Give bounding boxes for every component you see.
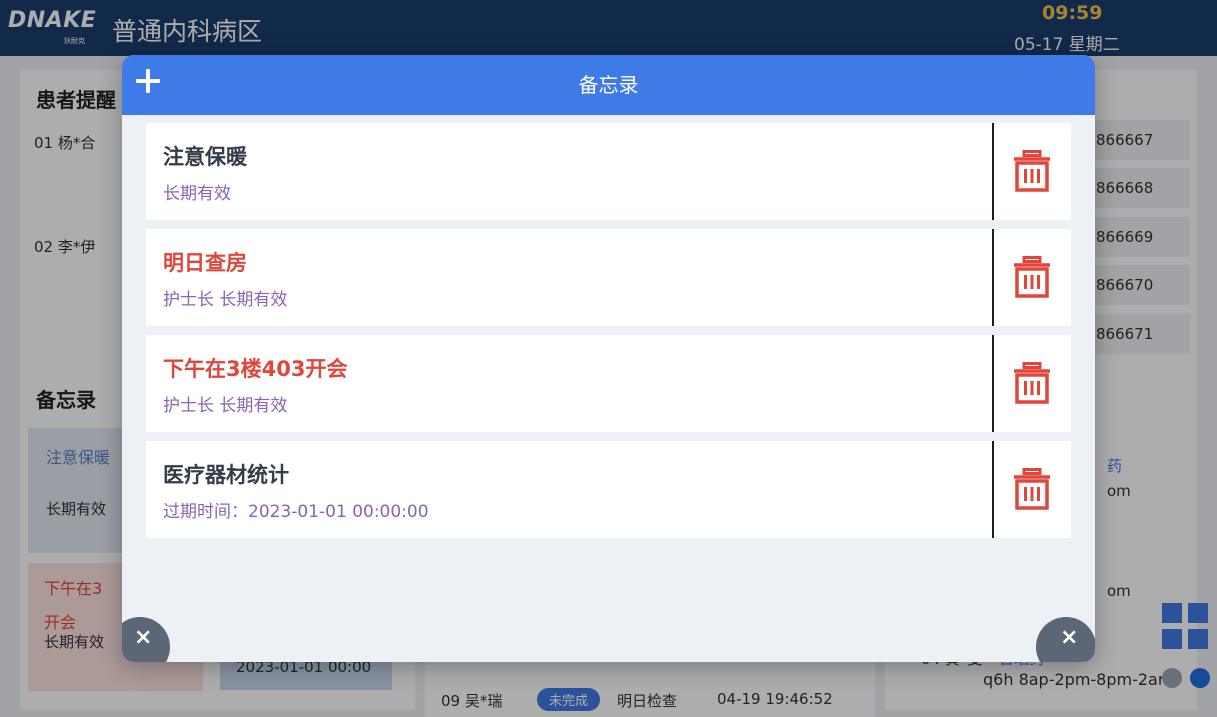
memo-dialog: 备忘录 注意保暖 长期有效 明日查房 护士长 长期有效 下午在3楼403开会 护… xyxy=(122,55,1095,662)
close-icon: × xyxy=(134,625,153,650)
memo-item[interactable]: 下午在3楼403开会 护士长 长期有效 xyxy=(146,335,1071,432)
trash-icon xyxy=(1014,256,1050,298)
delete-memo-button[interactable] xyxy=(994,441,1071,538)
memo-item[interactable]: 注意保暖 长期有效 xyxy=(146,123,1071,220)
memo-item[interactable]: 明日查房 护士长 长期有效 xyxy=(146,229,1071,326)
memo-title: 下午在3楼403开会 xyxy=(163,357,348,381)
memo-subtitle: 长期有效 xyxy=(163,184,231,204)
memo-subtitle: 护士长 长期有效 xyxy=(163,290,288,310)
trash-icon xyxy=(1014,468,1050,510)
dialog-header: 备忘录 xyxy=(122,55,1095,115)
delete-memo-button[interactable] xyxy=(994,229,1071,326)
memo-item[interactable]: 医疗器材统计 过期时间：2023-01-01 00:00:00 xyxy=(146,441,1071,538)
memo-subtitle: 护士长 长期有效 xyxy=(163,396,288,416)
close-button-left[interactable]: × xyxy=(122,617,170,662)
memo-subtitle: 过期时间：2023-01-01 00:00:00 xyxy=(163,502,429,522)
close-button-right[interactable]: × xyxy=(1036,617,1095,662)
close-icon: × xyxy=(1060,625,1079,650)
memo-title: 明日查房 xyxy=(163,251,247,275)
trash-icon xyxy=(1014,150,1050,192)
trash-icon xyxy=(1014,362,1050,404)
delete-memo-button[interactable] xyxy=(994,123,1071,220)
dialog-title: 备忘录 xyxy=(578,73,639,97)
delete-memo-button[interactable] xyxy=(994,335,1071,432)
memo-title: 医疗器材统计 xyxy=(163,463,289,487)
memo-title: 注意保暖 xyxy=(163,145,247,169)
